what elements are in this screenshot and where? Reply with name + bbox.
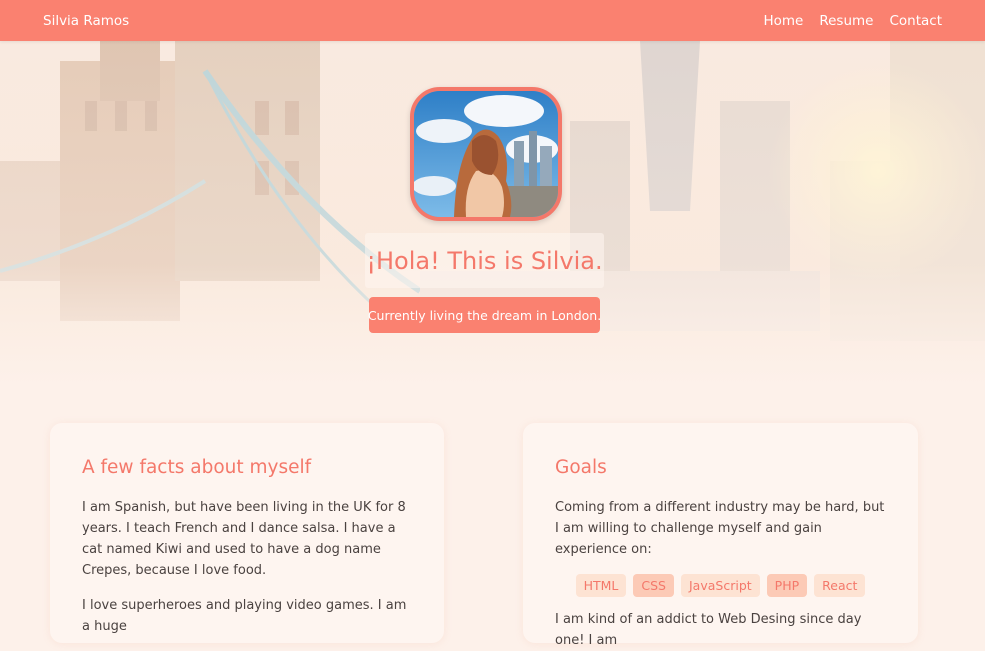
facts-card: A few facts about myself I am Spanish, b… bbox=[50, 423, 444, 643]
nav-link-home[interactable]: Home bbox=[763, 13, 803, 29]
hero-subtitle: Currently living the dream in London. bbox=[367, 307, 602, 323]
avatar bbox=[410, 87, 562, 221]
profile-photo-icon bbox=[414, 91, 558, 217]
facts-heading: A few facts about myself bbox=[82, 457, 312, 478]
hero-title-box: ¡Hola! This is Silvia. bbox=[365, 233, 604, 288]
top-navbar: Silvia Ramos Home Resume Contact bbox=[0, 0, 985, 41]
nav-link-resume[interactable]: Resume bbox=[819, 13, 873, 29]
skill-tag-html: HTML bbox=[575, 574, 627, 597]
nav-links: Home Resume Contact bbox=[763, 13, 942, 29]
nav-link-contact[interactable]: Contact bbox=[889, 13, 942, 29]
facts-paragraph: I am Spanish, but have been living in th… bbox=[82, 500, 406, 578]
goals-intro: Coming from a different industry may be … bbox=[555, 500, 885, 557]
skill-tag-css: CSS bbox=[633, 574, 674, 597]
page-title: ¡Hola! This is Silvia. bbox=[366, 246, 603, 275]
facts-paragraph: I love superheroes and playing video gam… bbox=[82, 598, 407, 634]
goals-outro: I am kind of an addict to Web Desing sin… bbox=[555, 612, 862, 648]
goals-heading: Goals bbox=[555, 457, 607, 478]
skill-tag-php: PHP bbox=[766, 574, 808, 597]
brand-link[interactable]: Silvia Ramos bbox=[43, 13, 129, 29]
goals-card: Goals Coming from a different industry m… bbox=[523, 423, 918, 648]
skill-tags: HTML CSS JavaScript PHP React bbox=[555, 574, 886, 597]
skill-tag-react: React bbox=[814, 574, 866, 597]
hero-section: ¡Hola! This is Silvia. Currently living … bbox=[0, 41, 985, 386]
hero-subtitle-badge: Currently living the dream in London. bbox=[367, 297, 602, 333]
skill-tag-javascript: JavaScript bbox=[681, 574, 760, 597]
